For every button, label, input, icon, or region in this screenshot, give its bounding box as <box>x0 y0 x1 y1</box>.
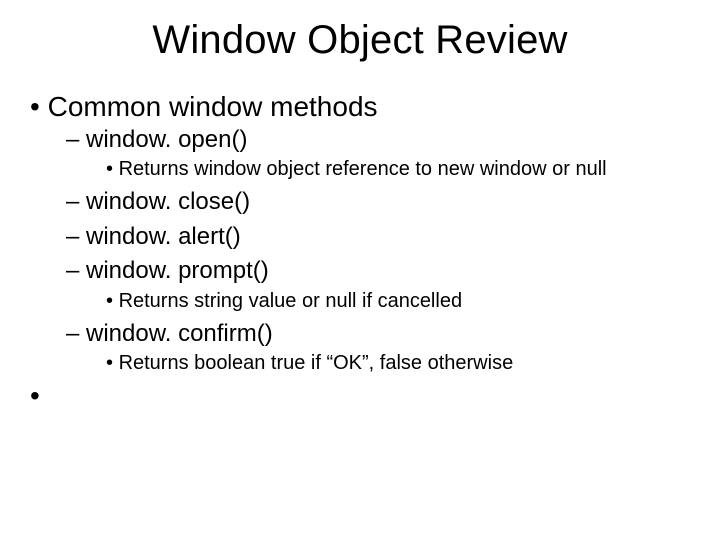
method-prompt: window. prompt() Returns string value or… <box>66 255 690 313</box>
l1-text: Common window methods <box>48 91 378 122</box>
method-alert: window. alert() <box>66 221 690 253</box>
method-open-text: window. open() <box>86 126 247 153</box>
bullet-level-3: Returns window object reference to new w… <box>106 156 690 182</box>
slide: Window Object Review Common window metho… <box>0 0 720 540</box>
bullet-level-1: Common window methods window. open() Ret… <box>30 89 690 376</box>
confirm-note: Returns boolean true if “OK”, false othe… <box>106 350 660 376</box>
empty-bullet: • <box>30 380 690 412</box>
method-open: window. open() Returns window object ref… <box>66 124 690 182</box>
method-close: window. close() <box>66 186 690 218</box>
method-confirm: window. confirm() Returns boolean true i… <box>66 318 690 376</box>
l1-item-methods: Common window methods window. open() Ret… <box>30 89 690 376</box>
method-prompt-text: window. prompt() <box>86 257 269 284</box>
method-confirm-text: window. confirm() <box>86 320 273 347</box>
open-note: Returns window object reference to new w… <box>106 156 660 182</box>
bullet-level-3: Returns string value or null if cancelle… <box>106 288 690 314</box>
prompt-note: Returns string value or null if cancelle… <box>106 288 660 314</box>
bullet-level-3: Returns boolean true if “OK”, false othe… <box>106 350 690 376</box>
bullet-level-2: window. open() Returns window object ref… <box>66 124 690 376</box>
slide-title: Window Object Review <box>30 18 690 63</box>
